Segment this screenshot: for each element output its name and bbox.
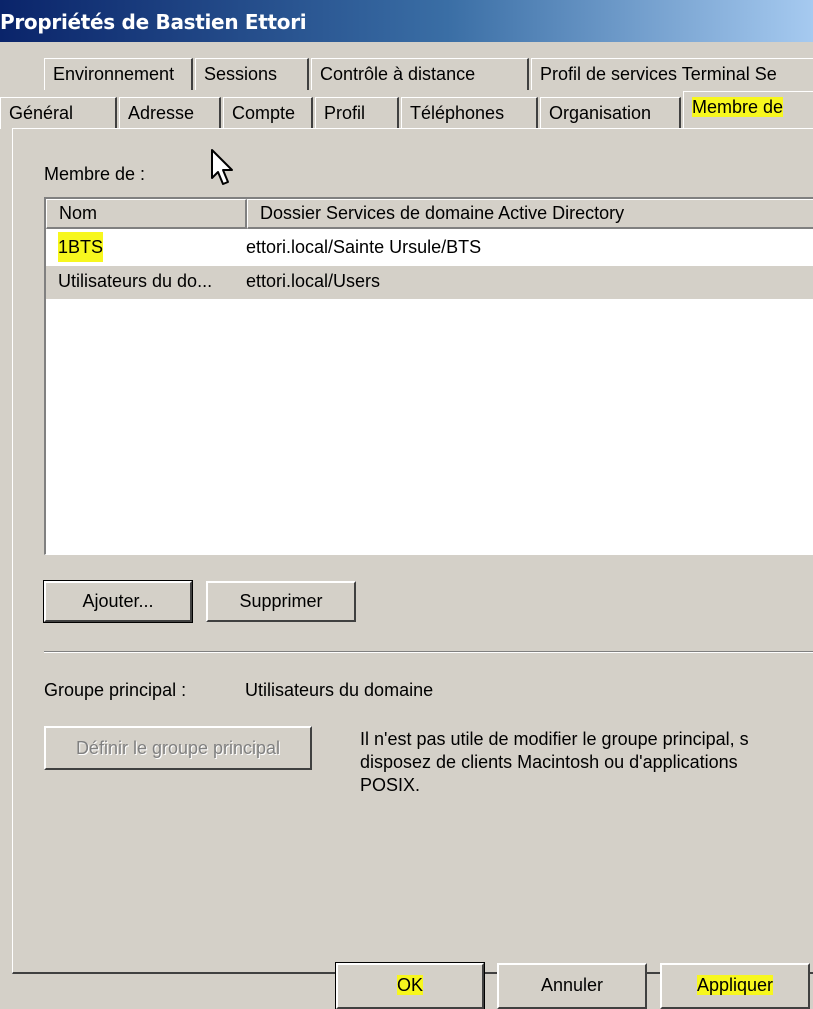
info-line: Il n'est pas utile de modifier le groupe…: [360, 729, 749, 749]
tab-label: Compte: [232, 103, 296, 123]
ok-label: OK: [396, 975, 423, 995]
apply-button[interactable]: Appliquer: [660, 963, 810, 1009]
apply-label: Appliquer: [696, 975, 774, 995]
primary-group-info: Il n'est pas utile de modifier le groupe…: [360, 728, 813, 797]
tab-label: Profil: [324, 103, 366, 123]
tab-label: Général: [9, 103, 74, 123]
tab-label: Organisation: [549, 103, 652, 123]
tab-membre-de[interactable]: Membre de: [683, 91, 813, 129]
primary-group-label: Groupe principal :: [44, 680, 187, 700]
column-header-nom[interactable]: Nom: [46, 199, 247, 229]
tab-sessions[interactable]: Sessions: [195, 58, 309, 90]
tab-label: Environnement: [53, 64, 175, 84]
tab-label: Adresse: [128, 103, 195, 123]
group-folder: ettori.local/Sainte Ursule/BTS: [246, 237, 482, 257]
tab-profil-services-terminal[interactable]: Profil de services Terminal Se: [531, 58, 813, 90]
group-name: Utilisateurs du do...: [58, 271, 213, 291]
cancel-button[interactable]: Annuler: [497, 963, 647, 1009]
column-label: Dossier Services de domaine Active Direc…: [260, 203, 625, 223]
list-item[interactable]: Utilisateurs du do... ettori.local/Users: [46, 266, 813, 299]
list-item[interactable]: 1BTS ettori.local/Sainte Ursule/BTS: [46, 232, 813, 265]
set-primary-group-button[interactable]: Définir le groupe principal: [44, 726, 312, 770]
tab-adresse[interactable]: Adresse: [119, 97, 221, 129]
tab-profil[interactable]: Profil: [315, 97, 399, 129]
add-button[interactable]: Ajouter...: [43, 580, 193, 623]
group-name: 1BTS: [58, 232, 104, 262]
tab-controle-a-distance[interactable]: Contrôle à distance: [311, 58, 529, 90]
info-line: POSIX.: [360, 775, 421, 795]
tab-label: Membre de: [692, 97, 784, 117]
title-bar[interactable]: Propriétés de Bastien Ettori: [0, 0, 813, 42]
mouse-cursor-icon: [211, 149, 233, 185]
column-label: Nom: [59, 203, 98, 223]
member-of-list[interactable]: Nom Dossier Services de domaine Active D…: [44, 197, 813, 555]
tab-label: Profil de services Terminal Se: [540, 64, 777, 84]
tab-label: Sessions: [204, 64, 278, 84]
info-line: disposez de clients Macintosh ou d'appli…: [360, 752, 738, 772]
tab-general[interactable]: Général: [0, 97, 117, 129]
column-header-dossier[interactable]: Dossier Services de domaine Active Direc…: [247, 199, 813, 229]
separator: [44, 651, 813, 653]
tab-label: Téléphones: [410, 103, 505, 123]
remove-button[interactable]: Supprimer: [206, 581, 356, 622]
tab-label: Contrôle à distance: [320, 64, 476, 84]
tab-telephones[interactable]: Téléphones: [401, 97, 538, 129]
member-of-label: Membre de :: [44, 164, 146, 184]
window-title: Propriétés de Bastien Ettori: [0, 10, 307, 34]
tab-organisation[interactable]: Organisation: [540, 97, 681, 129]
ok-button[interactable]: OK: [335, 962, 485, 1009]
group-folder: ettori.local/Users: [246, 271, 381, 291]
primary-group-value: Utilisateurs du domaine: [245, 680, 434, 700]
tab-environnement[interactable]: Environnement: [44, 58, 193, 90]
tab-compte[interactable]: Compte: [223, 97, 313, 129]
